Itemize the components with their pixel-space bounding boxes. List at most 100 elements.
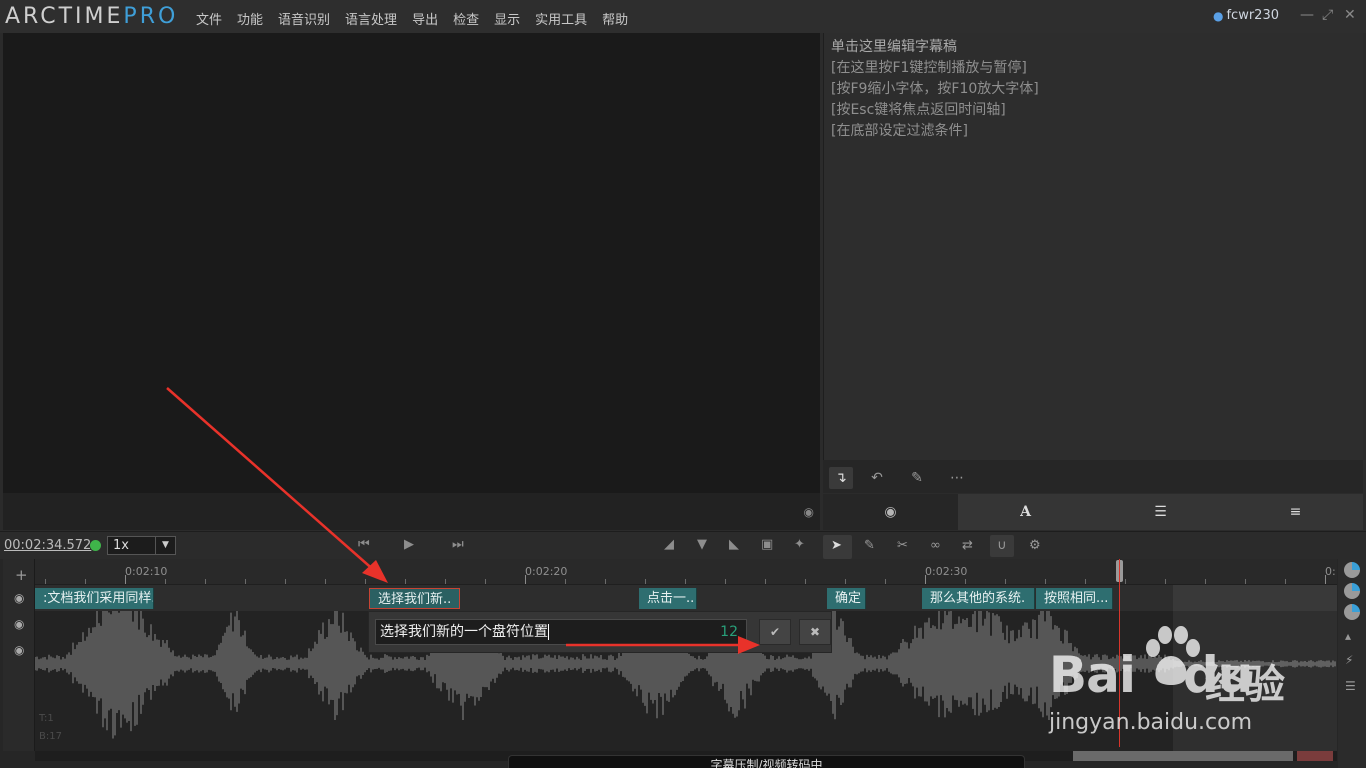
logo-accent: PRO: [123, 4, 179, 29]
ruler-tick: [645, 579, 646, 584]
previous-icon[interactable]: ⏮: [358, 537, 370, 552]
speed-select[interactable]: 1x ▼: [107, 536, 176, 555]
subtitle-text-input[interactable]: 选择我们新的一个盘符位置 12: [375, 619, 747, 645]
mark-in-icon[interactable]: ◢: [664, 537, 674, 552]
arctime-window: ARCTIMEPRO 文件 功能 语音识别 语言处理 导出 检查 显示 实用工具…: [0, 0, 1366, 768]
editor-line: [按F9缩小字体，按F10放大字体]: [831, 81, 1039, 97]
close-icon: ✖: [809, 625, 821, 639]
ruler-tick: [525, 575, 526, 584]
link-icon[interactable]: ∞: [930, 538, 941, 553]
font-icon: A: [1020, 504, 1031, 520]
editor-line: [在底部设定过滤条件]: [831, 123, 968, 139]
menu-speech-recognition[interactable]: 语音识别: [278, 9, 330, 28]
scissors-icon[interactable]: ✂: [897, 538, 908, 553]
eye-icon[interactable]: ◉: [804, 505, 814, 519]
magnet-icon[interactable]: ∪: [990, 535, 1014, 557]
zoom-pie-icon[interactable]: [1344, 583, 1360, 599]
ruler-tick: [1325, 575, 1326, 584]
play-icon[interactable]: ▶: [404, 537, 414, 552]
menu-function[interactable]: 功能: [237, 9, 263, 28]
undo-icon[interactable]: ↶: [865, 467, 889, 489]
add-track-icon[interactable]: +: [15, 566, 28, 584]
script-editor[interactable]: 单击这里编辑字幕稿 [在这里按F1键控制播放与暂停] [按F9缩小字体，按F10…: [823, 33, 1363, 460]
ruler-tick: [1165, 579, 1166, 584]
list-icon[interactable]: ☰: [1345, 679, 1356, 693]
logo-main: ARCTIME: [5, 4, 124, 29]
subtitle-block-selected[interactable]: 选择我们新..: [369, 588, 460, 609]
mark-down-icon[interactable]: ▼: [697, 537, 707, 552]
subtitle-block[interactable]: 点击一..: [639, 588, 697, 609]
lightning-icon[interactable]: ⚡: [1345, 653, 1353, 667]
tab-script[interactable]: ◉: [823, 494, 958, 530]
ruler-tick: [965, 579, 966, 584]
text-cursor: [548, 624, 549, 640]
subtitle-block[interactable]: 那么其他的系统.: [922, 588, 1035, 609]
subtitle-block[interactable]: :文档我们采用同样.: [35, 588, 154, 609]
cursor-icon[interactable]: ➤: [831, 538, 842, 553]
check-icon: ✔: [769, 625, 781, 639]
ruler-label: 0:02:30: [925, 565, 968, 578]
swap-icon[interactable]: ⇄: [962, 538, 973, 553]
user-account[interactable]: ● fcwr230: [1213, 8, 1279, 23]
more-icon[interactable]: ⋯: [945, 467, 969, 489]
ruler-tick: [565, 579, 566, 584]
subtitle-block[interactable]: 按照相同...: [1036, 588, 1113, 609]
time-ruler[interactable]: 0:02:10 0:02:20 0:02:30 0:: [35, 559, 1337, 585]
cancel-button[interactable]: ✖: [799, 619, 831, 645]
eye-icon[interactable]: ◉: [14, 591, 24, 605]
minimize-icon[interactable]: —: [1300, 7, 1314, 23]
ruler-tick: [85, 579, 86, 584]
ruler-tick: [485, 579, 486, 584]
main-menu: 文件 功能 语音识别 语言处理 导出 检查 显示 实用工具 帮助: [196, 9, 643, 28]
insert-icon[interactable]: ↴: [829, 467, 853, 489]
video-preview[interactable]: [3, 33, 820, 493]
ruler-tick: [365, 579, 366, 584]
tab-list[interactable]: ☰: [1093, 494, 1228, 530]
pencil-icon[interactable]: ✎: [905, 467, 929, 489]
eye-icon[interactable]: ◉: [14, 643, 24, 657]
menu-check[interactable]: 检查: [453, 9, 479, 28]
menu-bar: ARCTIMEPRO 文件 功能 语音识别 语言处理 导出 检查 显示 实用工具…: [0, 0, 1366, 33]
current-time[interactable]: 00:02:34.572: [4, 538, 91, 553]
speed-value: 1x: [113, 538, 129, 553]
tab-style[interactable]: A: [958, 494, 1093, 530]
zoom-pie-icon[interactable]: [1344, 604, 1360, 620]
zoom-pie-icon[interactable]: [1344, 562, 1360, 578]
baidu-watermark: Bai du 经验 jingyan.baidu.com: [1045, 618, 1345, 738]
video-preview-footer: ◉: [3, 493, 820, 530]
subtitle-input-value: 选择我们新的一个盘符位置: [380, 624, 548, 640]
subtitle-edit-popup: 选择我们新的一个盘符位置 12 ✔ ✖: [368, 611, 832, 653]
magic-wand-icon[interactable]: ✦: [794, 537, 805, 552]
menu-language-processing[interactable]: 语言处理: [345, 9, 397, 28]
ruler-tick: [725, 579, 726, 584]
menu-help[interactable]: 帮助: [602, 9, 628, 28]
scrollbar-thumb[interactable]: [1073, 751, 1293, 761]
app-logo: ARCTIMEPRO: [5, 4, 178, 29]
confirm-button[interactable]: ✔: [759, 619, 791, 645]
ruler-tick: [325, 579, 326, 584]
mark-out-icon[interactable]: ◣: [729, 537, 739, 552]
list-icon: ☰: [1154, 504, 1167, 520]
ruler-tick: [605, 579, 606, 584]
next-icon[interactable]: ⏭: [452, 537, 464, 552]
subtitle-block[interactable]: 确定: [827, 588, 866, 609]
camera-icon[interactable]: ▣: [761, 537, 773, 552]
ruler-tick: [1005, 579, 1006, 584]
edit-icon[interactable]: ✎: [864, 538, 875, 553]
maximize-icon[interactable]: ⤢: [1322, 7, 1333, 23]
tab-settings[interactable]: ≡: [1228, 494, 1363, 530]
waveform-icon[interactable]: ▴: [1345, 629, 1351, 643]
gear-icon[interactable]: ⚙: [1029, 538, 1041, 553]
close-icon[interactable]: ✕: [1344, 7, 1356, 23]
eye-icon[interactable]: ◉: [14, 617, 24, 631]
status-bar: 字幕压制/视频转码中: [508, 755, 1025, 768]
ruler-tick: [1125, 579, 1126, 584]
menu-file[interactable]: 文件: [196, 9, 222, 28]
subtitle-track[interactable]: :文档我们采用同样. 选择我们新.. 点击一.. 确定 那么其他的系统. 按照相…: [35, 585, 1337, 611]
editor-line: [按Esc键将焦点返回时间轴]: [831, 102, 1006, 118]
menu-export[interactable]: 导出: [412, 9, 438, 28]
ruler-label: 0:02:10: [125, 565, 168, 578]
ruler-tick: [845, 579, 846, 584]
menu-display[interactable]: 显示: [494, 9, 520, 28]
menu-utilities[interactable]: 实用工具: [535, 9, 587, 28]
